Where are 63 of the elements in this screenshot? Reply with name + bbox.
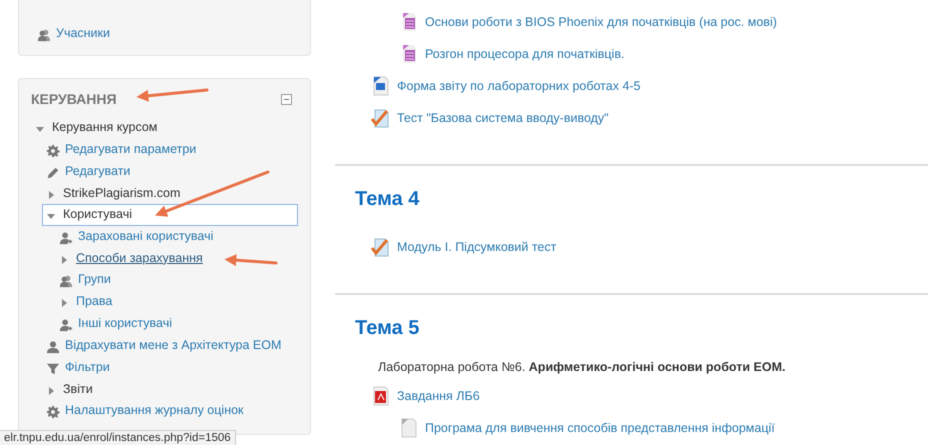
tree-item[interactable]: Права [55,291,298,312]
collapsed-triangle-icon[interactable] [46,386,56,396]
file-icon [399,418,419,438]
user-plus-icon [59,318,73,332]
gear-icon [46,144,60,158]
pdf-icon [371,386,391,406]
block-title: КЕРУВАННЯ [31,91,117,107]
collapsed-triangle-icon[interactable] [59,254,69,264]
tree-item[interactable]: Відрахувати мене з Архітектура ЕОМ [42,334,298,356]
filter-icon [46,362,60,376]
expanded-triangle-icon[interactable] [46,211,56,221]
tree-item[interactable]: Інші користувачі [55,312,298,334]
activity-link[interactable]: Завдання ЛБ6 [397,389,480,403]
tree-item[interactable]: Налаштування журналу оцінок [42,400,298,422]
pencil-icon [46,166,60,180]
word-document-icon [371,76,391,96]
activity-link[interactable]: Основи роботи з BIOS Phoenix для початківців (на рос. мові) [425,15,777,29]
annotation-arrow [224,254,278,266]
section-title: Тема 4 [355,188,420,211]
tree-link[interactable]: Редагувати [65,164,130,179]
tree-link[interactable]: Способи зарахування [76,250,203,266]
tree-item[interactable]: Групи [55,269,298,291]
users-icon [59,274,73,288]
activity-link[interactable]: Форма звіту по лабораторних роботах 4-5 [397,79,641,93]
quiz-check-icon [371,237,391,257]
activity-link[interactable]: Розгон процесора для початківців. [425,47,624,61]
collapsed-triangle-icon[interactable] [59,298,69,308]
tree-item[interactable]: Фільтри [42,356,298,378]
quiz-check-icon [371,108,391,128]
tree-link[interactable]: Зараховані користувачі [78,228,214,244]
activity-link[interactable]: Тест "Базова система вводу-виводу" [397,111,609,125]
tree-link[interactable]: Звіти [63,382,93,397]
section-summary: Лабораторна робота №6. Арифметико-логічні основи роботи ЕОМ. [377,360,786,376]
activity-link[interactable]: Програма для вивчення способів представлення інформації [425,421,775,435]
tree-item[interactable]: Звіти [42,378,298,400]
user-plus-icon [59,230,73,244]
tree-link[interactable]: Інші користувачі [78,316,172,331]
collapsed-triangle-icon[interactable] [46,190,56,200]
activity-link[interactable]: Модуль І. Підсумковий тест [397,240,556,254]
tree-link[interactable]: Права [76,294,112,310]
collapse-icon[interactable] [281,94,292,104]
tree-item[interactable]: Редагувати параметри [42,138,298,160]
user-icon [46,340,60,354]
gear-icon [46,405,60,419]
tree-item[interactable]: Користувачі [42,204,298,226]
tree-item[interactable]: Керування курсом [31,117,298,138]
tree-item[interactable]: Способи зарахування [55,248,298,269]
tree-link[interactable]: StrikePlagiarism.com [63,186,180,201]
section-title: Тема 5 [355,317,420,340]
tree-item[interactable]: StrikePlagiarism.com [42,182,298,204]
tree-link[interactable]: Редагувати параметри [65,142,196,157]
tree-item[interactable]: Редагувати [42,160,298,182]
tree-link[interactable]: Групи [78,272,111,288]
tree-link[interactable]: Фільтри [65,360,110,375]
tree-link[interactable]: Налаштування журналу оцінок [65,403,244,418]
tree-item[interactable]: Зараховані користувачі [55,226,298,248]
tree-link[interactable]: Відрахувати мене з Архітектура ЕОМ [65,338,282,353]
participants-link[interactable]: Учасники [56,26,110,42]
url-tooltip: elr.tnpu.edu.ua/enrol/instances.php?id=1506 [0,430,236,445]
tree-link[interactable]: Керування курсом [52,120,158,136]
expanded-triangle-icon[interactable] [35,124,45,134]
users-icon [37,28,51,42]
tree-link[interactable]: Користувачі [63,207,132,222]
